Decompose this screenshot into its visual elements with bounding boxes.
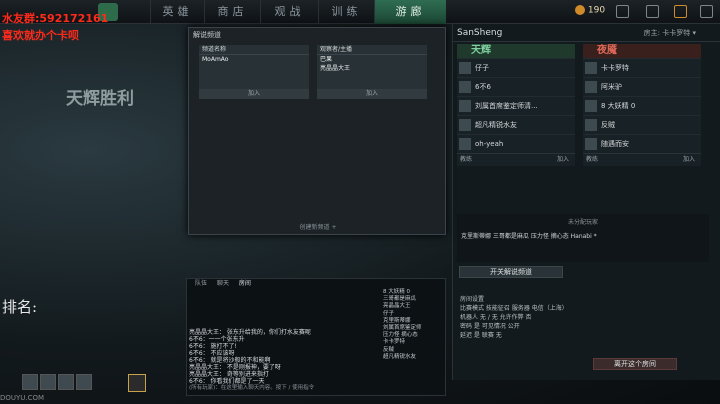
- join-channel-button[interactable]: 加入: [317, 89, 427, 99]
- party-avatar[interactable]: [58, 374, 74, 390]
- radiant-coach-slot[interactable]: 加入 教练: [457, 153, 575, 165]
- player-slot[interactable]: oh-yeah: [457, 134, 575, 153]
- coin-icon: [575, 5, 585, 15]
- party-avatar[interactable]: [22, 374, 38, 390]
- tab-learn[interactable]: 训练: [318, 0, 374, 24]
- settings-row: 延迟 是 联赛 无: [460, 332, 502, 339]
- join-channel-button[interactable]: 加入: [199, 89, 309, 99]
- avatar: [459, 100, 471, 112]
- avatar: [459, 119, 471, 131]
- settings-title: 房间设置: [460, 296, 485, 303]
- party-bar: [0, 372, 186, 394]
- watermark: DOUYU.COM: [0, 394, 45, 402]
- caster-channel-dialog: 解说频道 频道名称 MoAmAo 加入 观察者/主播 巴果 亮晶晶大王 加入 创…: [188, 27, 446, 235]
- lobby-panel: SanSheng 房主: 卡卡罗特 ▾ 天辉 仔子 6不6 刘属首席鉴定师清...…: [452, 24, 720, 380]
- settings-row: 比赛模式 技能征召 服务器 电信（上海）: [460, 305, 568, 312]
- power-icon[interactable]: [700, 5, 713, 18]
- dialog-title: 解说频道: [193, 31, 221, 39]
- avatar: [459, 81, 471, 93]
- avatar: [459, 62, 471, 74]
- tab-arcade[interactable]: 游廊: [374, 0, 446, 24]
- fan-group-text: 水友群:592172161: [2, 12, 109, 25]
- player-slot[interactable]: 仔子: [457, 58, 575, 77]
- avatar: [585, 138, 597, 150]
- leave-room-button[interactable]: 离开这个房间: [593, 358, 677, 370]
- caster-row[interactable]: 巴果: [317, 55, 427, 64]
- avatar: [459, 138, 471, 150]
- caster-column: 观察者/主播 巴果 亮晶晶大王 加入: [317, 45, 427, 99]
- mail-icon[interactable]: [616, 5, 629, 18]
- radiant-header: 天辉: [457, 44, 575, 58]
- join-button[interactable]: 加入: [683, 154, 695, 166]
- join-button[interactable]: 加入: [557, 154, 569, 166]
- player-slot[interactable]: 反贼: [583, 115, 701, 134]
- avatar: [585, 119, 597, 131]
- room-owner[interactable]: 房主: 卡卡罗特 ▾: [644, 24, 696, 42]
- lobby-title: SanSheng: [457, 28, 503, 38]
- chat-user-list[interactable]: 8 大妖精 0 三哥都是麻瓜 亮晶晶大王 仔子 克里斯蒂娜 刘属首席鉴定师 压力怪 摘心态…: [383, 289, 439, 385]
- channel-name-column: 频道名称 MoAmAo 加入: [199, 45, 309, 99]
- column-header: 观察者/主播: [317, 45, 427, 55]
- chat-tab-team[interactable]: 队伍: [195, 280, 207, 287]
- victory-text: 天辉胜利: [66, 89, 134, 109]
- unassigned-players: 未分配玩家 克里斯蒂娜 三哥都是麻瓜 压力怪 摘心态 Hanabi *: [457, 214, 709, 262]
- player-slot[interactable]: 阿米驴: [583, 77, 701, 96]
- slogan-text: 喜欢就办个卡呗: [2, 29, 79, 42]
- channel-row[interactable]: MoAmAo: [199, 55, 309, 64]
- party-avatar[interactable]: [40, 374, 56, 390]
- dire-team: 夜魇 卡卡罗特 阿米驴 8 大妖精 0 反贼 随遇而安 加入 教练: [583, 44, 701, 166]
- coins-display: 190: [575, 5, 605, 16]
- dire-coach-slot[interactable]: 加入 教练: [583, 153, 701, 165]
- settings-row: 密码 是 可见情况 公开: [460, 323, 520, 330]
- caster-channel-button[interactable]: 开关解说频道: [459, 266, 563, 278]
- notification-icon[interactable]: [646, 5, 659, 18]
- chat-tabs: 队伍 聊天 房间: [187, 279, 445, 289]
- chat-tab-chat[interactable]: 聊天: [217, 280, 229, 287]
- tab-watch[interactable]: 观战: [260, 0, 318, 24]
- chat-tab-room[interactable]: 房间: [239, 280, 251, 287]
- radiant-team: 天辉 仔子 6不6 刘属首席鉴定师清... 超凡精锐水友 oh-yeah 加入教…: [457, 44, 575, 166]
- unassigned-title: 未分配玩家: [567, 219, 598, 226]
- dire-header: 夜魇: [583, 44, 701, 58]
- party-avatar[interactable]: [76, 374, 92, 390]
- room-settings: 房间设置 比赛模式 技能征召 服务器 电信（上海） 机器人 无 / 无 允许作弊…: [457, 292, 709, 346]
- player-slot[interactable]: 超凡精锐水友: [457, 115, 575, 134]
- rank-label: 排名:: [2, 298, 38, 316]
- player-slot[interactable]: 随遇而安: [583, 134, 701, 153]
- column-header: 频道名称: [199, 45, 309, 55]
- chat-panel: 队伍 聊天 房间 亮晶晶大王： 张东升给我的，你们打水友赛呢 6不6：一一个张东升…: [186, 278, 446, 396]
- create-channel-button[interactable]: 创建新频道 +: [189, 222, 447, 231]
- tab-heroes[interactable]: 英雄: [150, 0, 204, 24]
- chat-input[interactable]: (所有玩家)：在这里输入聊天内容。按下 / 使用指令: [189, 384, 389, 393]
- chat-messages: 亮晶晶大王： 张东升给我的，你们打水友赛呢 6不6：一一个张东升 6不6： 施打不了…: [189, 329, 311, 385]
- unassigned-list[interactable]: 克里斯蒂娜 三哥都是麻瓜 压力怪 摘心态 Hanabi *: [461, 231, 709, 240]
- player-slot[interactable]: 卡卡罗特: [583, 58, 701, 77]
- avatar: [585, 100, 597, 112]
- player-slot[interactable]: 8 大妖精 0: [583, 96, 701, 115]
- tab-store[interactable]: 商店: [204, 0, 260, 24]
- add-icon[interactable]: [674, 5, 687, 18]
- avatar: [585, 62, 597, 74]
- player-slot[interactable]: 刘属首席鉴定师清...: [457, 96, 575, 115]
- battle-pass-icon[interactable]: [128, 374, 146, 392]
- caster-row[interactable]: 亮晶晶大王: [317, 64, 427, 73]
- avatar: [585, 81, 597, 93]
- player-slot[interactable]: 6不6: [457, 77, 575, 96]
- settings-row: 机器人 无 / 无 允许作弊 否: [460, 314, 532, 321]
- coins-value: 190: [587, 5, 606, 16]
